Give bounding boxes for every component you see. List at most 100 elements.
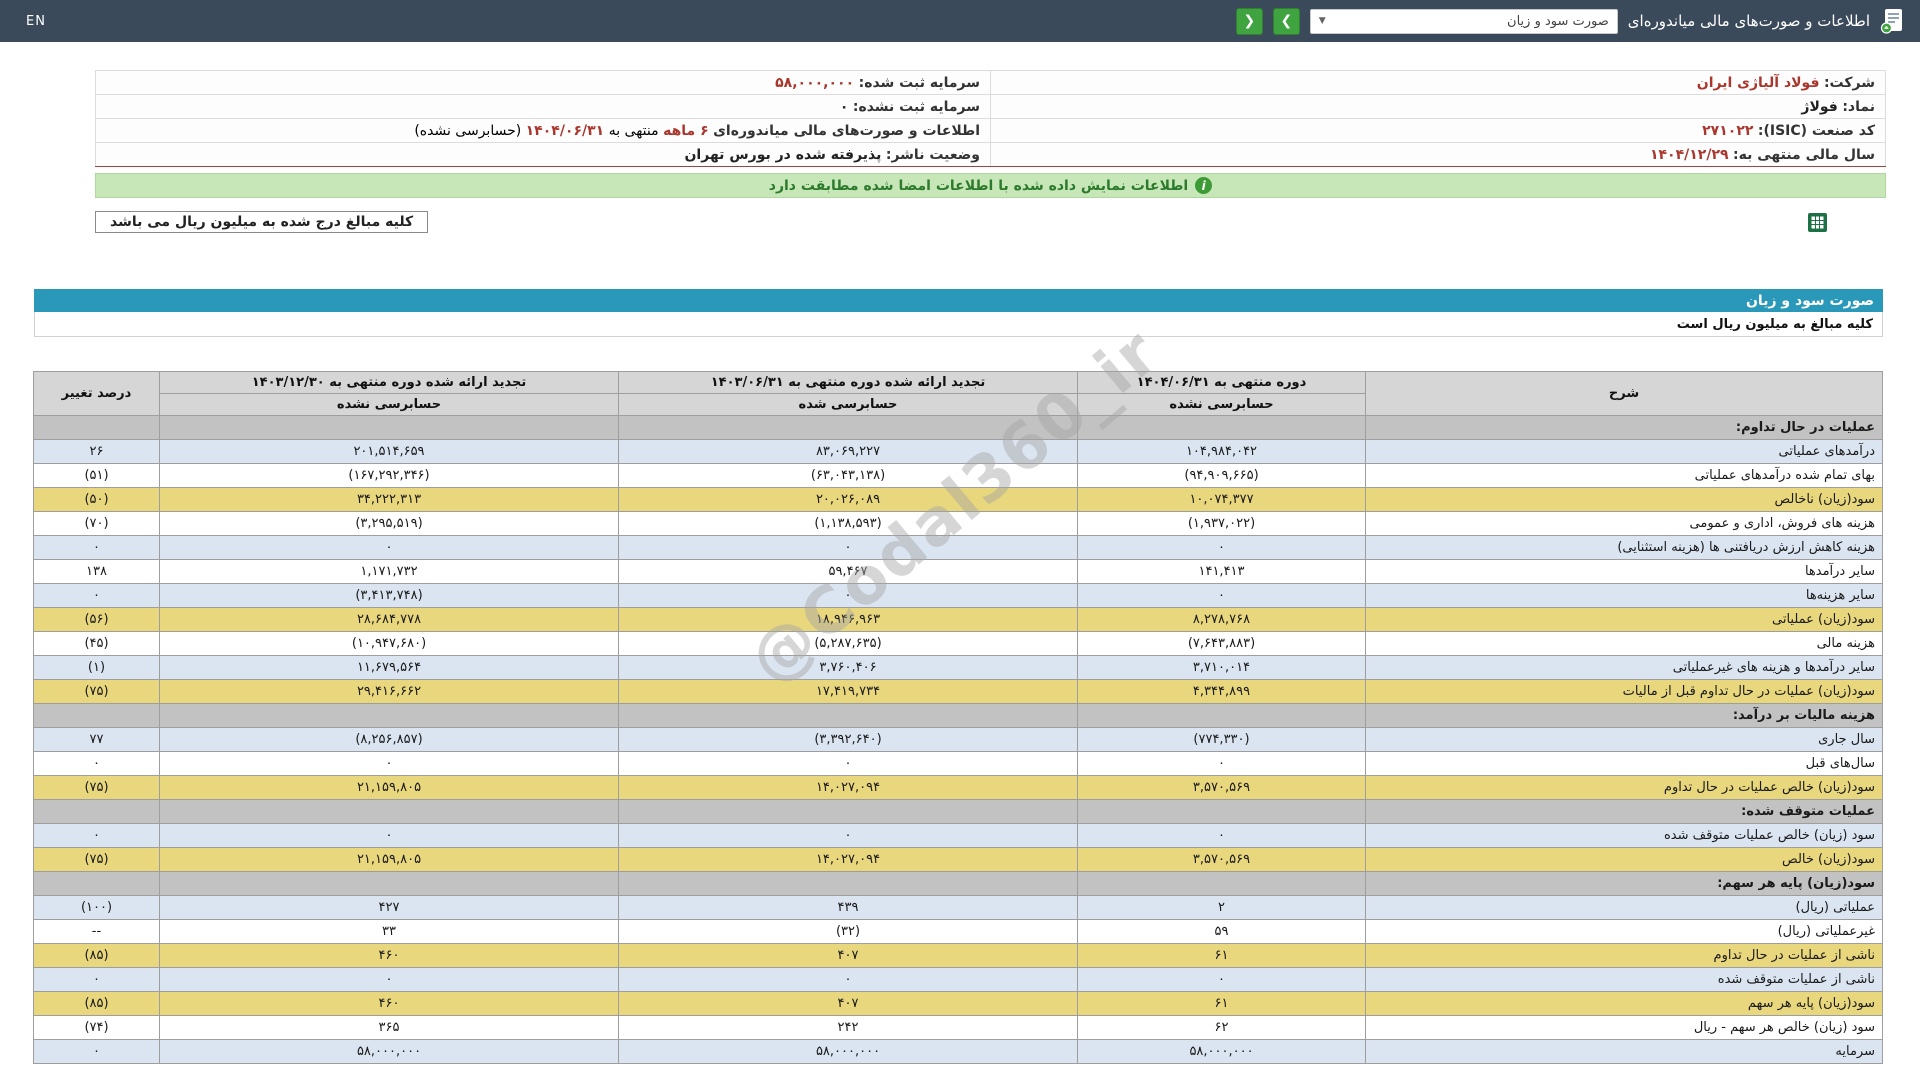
row-value xyxy=(618,703,1078,728)
row-value xyxy=(618,415,1078,440)
row-value: ۴۳۹ xyxy=(618,895,1078,920)
previous-statement-button[interactable]: ❮ xyxy=(1235,7,1263,35)
info-row: سال مالی منتهی به: ۱۴۰۴/۱۲/۲۹ وضعیت ناشر… xyxy=(95,142,1886,167)
language-switch-en[interactable]: EN xyxy=(26,14,46,29)
section-row: عملیات در حال تداوم: xyxy=(33,415,1883,440)
row-value: ۰ xyxy=(1077,751,1366,776)
page-title: اطلاعات و صورت‌های مالی میاندوره‌ای xyxy=(1627,12,1870,30)
row-label: عملیات در حال تداوم: xyxy=(1365,415,1883,440)
row-value: ۴,۳۴۴,۸۹۹ xyxy=(1077,679,1366,704)
row-label: عملیات متوقف شده: xyxy=(1365,799,1883,824)
row-value: (۷,۶۴۳,۸۸۳) xyxy=(1077,631,1366,656)
row-value xyxy=(1077,415,1366,440)
row-value: ۳۳ xyxy=(159,919,619,944)
symbol-value: فولاژ xyxy=(1801,98,1838,115)
excel-export-icon[interactable] xyxy=(1807,212,1828,233)
issuer-status-label: وضعیت ناشر: xyxy=(885,146,980,163)
row-label: غیرعملیاتی (ریال) xyxy=(1365,919,1883,944)
info-row: شرکت: فولاد آلیاژی ایران سرمایه ثبت شده:… xyxy=(95,70,1886,95)
row-value: ۲۰,۰۲۶,۰۸۹ xyxy=(618,487,1078,512)
row-value: (۱,۱۳۸,۵۹۳) xyxy=(618,511,1078,536)
row-value: ۲۱,۱۵۹,۸۰۵ xyxy=(159,847,619,872)
row-value: ۰ xyxy=(159,535,619,560)
unregistered-capital-label: سرمایه ثبت نشده: xyxy=(852,98,980,115)
table-row: سود(زیان) پایه هر سهم ۶۱ ۴۰۷ ۴۶۰ (۸۵) xyxy=(33,991,1883,1016)
financial-report-icon xyxy=(1880,8,1906,34)
table-row: سود (زیان) خالص عملیات متوقف شده ۰ ۰ ۰ ۰ xyxy=(33,823,1883,848)
row-value: ۲۴۲ xyxy=(618,1015,1078,1040)
row-value xyxy=(159,415,619,440)
row-change-value: (۵۶) xyxy=(33,607,160,632)
row-label: هزینه مالی xyxy=(1365,631,1883,656)
table-row: سایر هزینه‌ها ۰ ۰ (۳,۴۱۳,۷۴۸) ۰ xyxy=(33,583,1883,608)
row-value xyxy=(1077,703,1366,728)
info-row: کد صنعت (ISIC): ۲۷۱۰۲۲ اطلاعات و صورت‌ها… xyxy=(95,118,1886,143)
row-label: سود(زیان) خالص عملیات در حال تداوم xyxy=(1365,775,1883,800)
row-label: ناشی از عملیات در حال تداوم xyxy=(1365,943,1883,968)
row-value: ۲ xyxy=(1077,895,1366,920)
row-value: ۰ xyxy=(618,535,1078,560)
table-row: سال‌های قبل ۰ ۰ ۰ ۰ xyxy=(33,751,1883,776)
table-row: سایر درآمدها و هزینه های غیرعملیاتی ۳,۷۱۰… xyxy=(33,655,1883,680)
row-label: سود (زیان) خالص عملیات متوقف شده xyxy=(1365,823,1883,848)
table-row: سود(زیان) ناخالص ۱۰,۰۷۴,۳۷۷ ۲۰,۰۲۶,۰۸۹ ۳۴,۲… xyxy=(33,487,1883,512)
row-value: ۶۱ xyxy=(1077,991,1366,1016)
fiscal-year-cell: سال مالی منتهی به: ۱۴۰۴/۱۲/۲۹ xyxy=(990,142,1886,167)
row-value: ۰ xyxy=(618,823,1078,848)
row-change-value: ۷۷ xyxy=(33,727,160,752)
row-value: (۱۶۷,۲۹۲,۳۴۶) xyxy=(159,463,619,488)
row-value xyxy=(618,799,1078,824)
next-statement-button[interactable]: ❯ xyxy=(1272,7,1300,35)
row-value: ۲۰۱,۵۱۴,۶۵۹ xyxy=(159,439,619,464)
row-value: ۰ xyxy=(1077,535,1366,560)
row-value: ۶۲ xyxy=(1077,1015,1366,1040)
row-label: سود(زیان) پایه هر سهم xyxy=(1365,991,1883,1016)
signature-match-banner: i اطلاعات نمایش داده شده با اطلاعات امضا… xyxy=(95,173,1886,198)
header-audit-status-1: حسابرسی نشده xyxy=(1077,393,1366,416)
table-row: عملیاتی (ریال) ۲ ۴۳۹ ۴۲۷ (۱۰۰) xyxy=(33,895,1883,920)
row-value: ۲۹,۴۱۶,۶۶۲ xyxy=(159,679,619,704)
row-value: (۳,۴۱۳,۷۴۸) xyxy=(159,583,619,608)
row-change-value: (۷۰) xyxy=(33,511,160,536)
row-label: سایر درآمدها xyxy=(1365,559,1883,584)
row-value: ۱۸,۹۴۶,۹۶۳ xyxy=(618,607,1078,632)
row-change-value: (۷۵) xyxy=(33,775,160,800)
table-row: سود(زیان) عملیاتی ۸,۲۷۸,۷۶۸ ۱۸,۹۴۶,۹۶۳ ۲۸,۶… xyxy=(33,607,1883,632)
profit-loss-table: شرح دوره منتهی به ۱۴۰۴/۰۶/۳۱ تجدید ارائه… xyxy=(33,371,1883,1064)
header-audit-status-3: حسابرسی نشده xyxy=(159,393,619,416)
issuer-status-value: پذیرفته شده در بورس تهران xyxy=(684,146,882,163)
table-row: ناشی از عملیات متوقف شده ۰ ۰ ۰ ۰ xyxy=(33,967,1883,992)
row-value: ۲۸,۶۸۴,۷۷۸ xyxy=(159,607,619,632)
row-label: هزینه کاهش ارزش دریافتنی ها (هزینه استثن… xyxy=(1365,535,1883,560)
table-header: شرح دوره منتهی به ۱۴۰۴/۰۶/۳۱ تجدید ارائه… xyxy=(33,371,1883,416)
row-change-value: -- xyxy=(33,919,160,944)
row-label: عملیاتی (ریال) xyxy=(1365,895,1883,920)
row-change-value: (۱۰۰) xyxy=(33,895,160,920)
row-change-value: ۲۶ xyxy=(33,439,160,464)
row-label: ناشی از عملیات متوقف شده xyxy=(1365,967,1883,992)
row-change-value: (۷۴) xyxy=(33,1015,160,1040)
row-value: ۰ xyxy=(618,583,1078,608)
table-row: سود (زیان) خالص هر سهم - ریال ۶۲ ۲۴۲ ۳۶۵ (۷۴… xyxy=(33,1015,1883,1040)
row-value: ۴۶۰ xyxy=(159,991,619,1016)
row-value: ۵۸,۰۰۰,۰۰۰ xyxy=(618,1039,1078,1064)
amounts-unit-note: کلیه مبالغ درج شده به میلیون ریال می باش… xyxy=(95,211,429,233)
row-value: ۱۷,۴۱۹,۷۳۴ xyxy=(618,679,1078,704)
row-value: ۵۹,۴۶۷ xyxy=(618,559,1078,584)
row-value: ۳۶۵ xyxy=(159,1015,619,1040)
row-value xyxy=(159,799,619,824)
row-value: ۱۰,۰۷۴,۳۷۷ xyxy=(1077,487,1366,512)
table-row: سود(زیان) خالص عملیات در حال تداوم ۳,۵۷۰,… xyxy=(33,775,1883,800)
row-value: (۱,۹۳۷,۰۲۲) xyxy=(1077,511,1366,536)
registered-capital-label: سرمایه ثبت شده: xyxy=(858,74,980,91)
row-change-value: ۰ xyxy=(33,967,160,992)
header-description: شرح xyxy=(1365,371,1883,416)
row-value: ۰ xyxy=(618,967,1078,992)
row-value: ۱۴,۰۲۷,۰۹۴ xyxy=(618,775,1078,800)
section-row: هزینه مالیات بر درآمد: xyxy=(33,703,1883,728)
section-row: سود(زیان) پایه هر سهم: xyxy=(33,871,1883,896)
row-change-value: ۱۳۸ xyxy=(33,559,160,584)
row-value: ۰ xyxy=(159,967,619,992)
info-row: نماد: فولاژ سرمایه ثبت نشده: ۰ xyxy=(95,94,1886,119)
statement-type-select[interactable]: صورت سود و زیان ▼ xyxy=(1309,8,1618,34)
